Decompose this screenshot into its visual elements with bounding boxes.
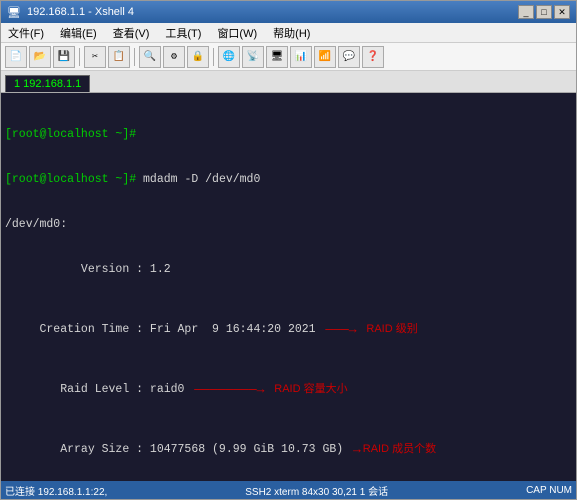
toolbar-btn-14[interactable]: 💬 [338, 46, 360, 68]
title-bar-controls: _ □ ✕ [518, 5, 570, 19]
cap-info: CAP NUM [526, 485, 572, 496]
terminal-content: [root@localhost ~]# [root@localhost ~]# … [5, 97, 572, 481]
menu-view[interactable]: 查看(V) [110, 25, 153, 41]
annot-raid-level: RAID 容量大小 [274, 382, 347, 397]
annot-array-size: RAID 成员个数 [363, 442, 436, 457]
line-3: /dev/md0: [5, 217, 572, 232]
menu-tools[interactable]: 工具(T) [162, 25, 204, 41]
cmd-1: mdadm -D /dev/md0 [143, 173, 260, 186]
line-array-size: Array Size : 10477568 (9.99 GiB 10.73 GB… [5, 442, 572, 457]
toolbar-separator-3 [213, 48, 214, 66]
prompt-1: [root@localhost ~]# [5, 128, 143, 141]
line-1: [root@localhost ~]# [5, 127, 572, 142]
menu-window[interactable]: 窗口(W) [214, 25, 260, 41]
title-bar-left: 🖥 192.168.1.1 - Xshell 4 [7, 6, 134, 19]
creation-time-text: Creation Time : Fri Apr 9 16:44:20 2021 [5, 322, 316, 337]
window-title: 192.168.1.1 - Xshell 4 [27, 6, 134, 18]
tab-bar: 1 192.168.1.1 [1, 71, 576, 93]
title-bar: 🖥 192.168.1.1 - Xshell 4 _ □ ✕ [1, 1, 576, 23]
main-window: 🖥 192.168.1.1 - Xshell 4 _ □ ✕ 文件(F) 编辑(… [0, 0, 577, 500]
ssh-info: SSH2 xterm 84x30 30,21 1 会话 [245, 483, 388, 498]
tab-label: 1 192.168.1.1 [14, 78, 81, 90]
menu-edit[interactable]: 编辑(E) [57, 25, 100, 41]
toolbar-btn-3[interactable]: 💾 [53, 46, 75, 68]
toolbar-btn-8[interactable]: 🔒 [187, 46, 209, 68]
toolbar-separator-2 [134, 48, 135, 66]
arrow-raid-level: ————————→ [186, 382, 272, 397]
array-size-text: Array Size : 10477568 (9.99 GiB 10.73 GB… [5, 442, 343, 457]
menu-file[interactable]: 文件(F) [5, 25, 47, 41]
toolbar-btn-12[interactable]: 📊 [290, 46, 312, 68]
toolbar-btn-9[interactable]: 🌐 [218, 46, 240, 68]
toolbar-btn-15[interactable]: ❓ [362, 46, 384, 68]
menu-bar: 文件(F) 编辑(E) 查看(V) 工具(T) 窗口(W) 帮助(H) [1, 23, 576, 43]
toolbar-btn-7[interactable]: ⚙ [163, 46, 185, 68]
toolbar-btn-1[interactable]: 📄 [5, 46, 27, 68]
toolbar-btn-11[interactable]: 🖥 [266, 46, 288, 68]
line-4: Version : 1.2 [5, 262, 572, 277]
toolbar: 📄 📂 💾 ✂ 📋 🔍 ⚙ 🔒 🌐 📡 🖥 📊 📶 💬 ❓ [1, 43, 576, 71]
arrow-creation: ———→ [318, 322, 365, 337]
toolbar-btn-10[interactable]: 📡 [242, 46, 264, 68]
toolbar-btn-4[interactable]: ✂ [84, 46, 106, 68]
annot-creation: RAID 级别 [366, 322, 417, 337]
menu-help[interactable]: 帮助(H) [270, 25, 313, 41]
line-creation-time: Creation Time : Fri Apr 9 16:44:20 2021 … [5, 322, 572, 337]
tab-session-1[interactable]: 1 192.168.1.1 [5, 75, 90, 92]
toolbar-btn-13[interactable]: 📶 [314, 46, 336, 68]
arrow-array-size: → [345, 442, 361, 457]
close-button[interactable]: ✕ [554, 5, 570, 19]
toolbar-separator-1 [79, 48, 80, 66]
line-raid-level: Raid Level : raid0 ————————→ RAID 容量大小 [5, 382, 572, 397]
prompt-2: [root@localhost ~]# [5, 173, 143, 186]
line-2: [root@localhost ~]# mdadm -D /dev/md0 [5, 172, 572, 187]
minimize-button[interactable]: _ [518, 5, 534, 19]
connection-info: 已连接 192.168.1.1:22, [5, 483, 107, 498]
app-icon: 🖥 [7, 6, 21, 19]
toolbar-btn-5[interactable]: 📋 [108, 46, 130, 68]
terminal-container[interactable]: [root@localhost ~]# [root@localhost ~]# … [1, 93, 576, 481]
status-bar: 已连接 192.168.1.1:22, SSH2 xterm 84x30 30,… [1, 481, 576, 499]
maximize-button[interactable]: □ [536, 5, 552, 19]
toolbar-btn-2[interactable]: 📂 [29, 46, 51, 68]
raid-level-text: Raid Level : raid0 [5, 382, 184, 397]
toolbar-btn-6[interactable]: 🔍 [139, 46, 161, 68]
